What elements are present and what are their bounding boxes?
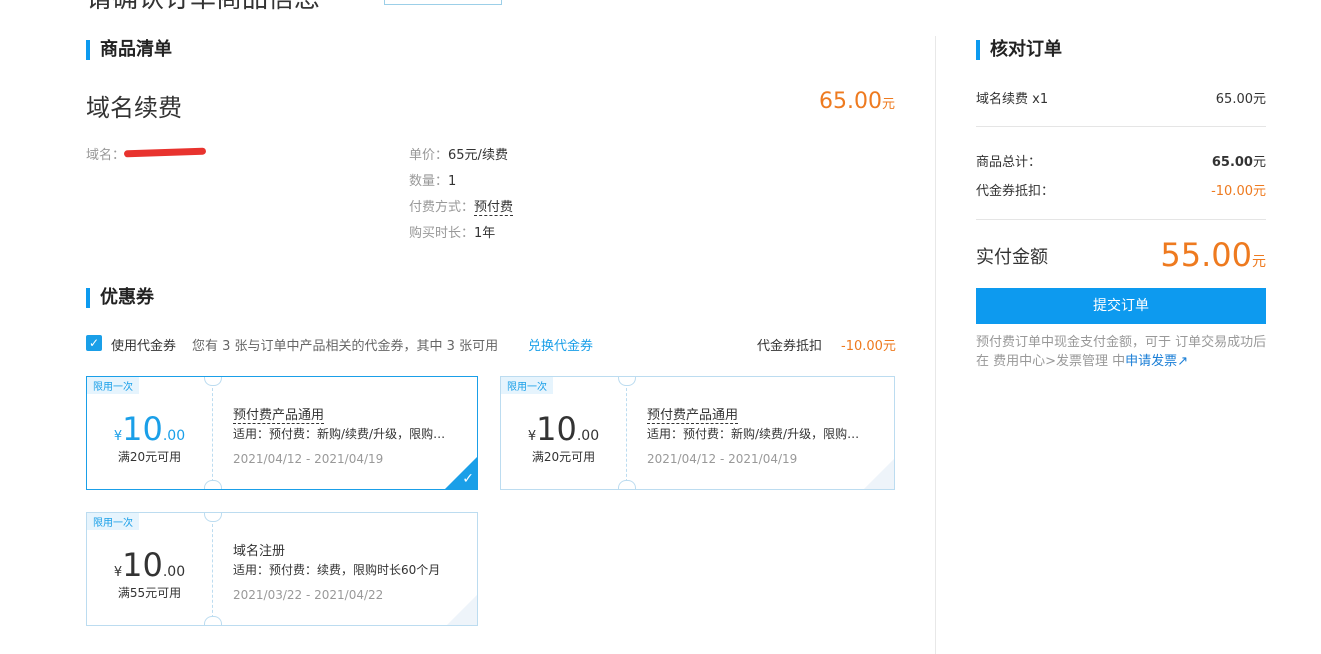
subtotal-value: 65.00	[1211, 155, 1253, 170]
coupon-card-3[interactable]: 限用一次 ¥10.00 满55元可用 域名注册 适用：预付费：续费，限购时长60…	[86, 512, 478, 626]
coupon-divider	[626, 383, 627, 487]
coupon-currency: ¥	[527, 429, 537, 444]
coupon-title[interactable]: 预付费产品通用	[233, 404, 325, 424]
apply-invoice-link[interactable]: 申请发票	[1125, 354, 1177, 369]
coupon-divider	[212, 519, 213, 623]
subtotal-label: 商品总计：	[976, 155, 1042, 170]
column-divider	[935, 36, 936, 654]
product-price: 65.00元	[780, 89, 895, 114]
summary-item-label: 域名续费 x1	[976, 92, 1049, 107]
duration-row: 购买时长：1年	[409, 222, 495, 241]
quantity-label: 数量：	[409, 174, 449, 189]
coupon-tag: 限用一次	[87, 513, 139, 530]
coupon-notch-top	[204, 513, 222, 522]
coupon-date: 2021/03/22 - 2021/04/22	[233, 588, 384, 602]
coupon-section-title: 优惠券	[86, 288, 154, 308]
coupon-deduct-label: 代金券抵扣	[757, 339, 823, 354]
page-title: 请确认订单商品信息	[86, 0, 320, 15]
domain-redacted	[123, 147, 207, 158]
use-coupon-checkbox[interactable]: ✓	[86, 335, 102, 351]
pay-amount-label: 实付金额	[976, 247, 1048, 268]
coupon-desc: 适用：预付费：新购/续费/升级，限购时长60个月	[647, 427, 867, 441]
coupon-deduct-summary-label: 代金券抵扣：	[976, 184, 1055, 199]
coupon-info-text: 您有 3 张与订单中产品相关的代金券，其中 3 张可用	[192, 339, 499, 354]
coupon-notch-bottom	[204, 616, 222, 625]
coupon-amount-int: 10	[536, 410, 577, 448]
payment-row: 付费方式：预付费	[409, 196, 514, 216]
coupon-amount: ¥10.00	[501, 410, 626, 448]
subtotal-unit: 元	[1252, 155, 1266, 170]
submit-order-button[interactable]: 提交订单	[976, 288, 1266, 324]
pay-amount-unit: 元	[1252, 254, 1266, 270]
unit-price-label: 单价：	[409, 148, 449, 163]
product-name: 域名续费	[86, 94, 182, 122]
subtotal-row: 65.00元	[1126, 151, 1266, 170]
coupon-notch-bottom	[204, 480, 222, 489]
coupon-amount-dec: .00	[162, 564, 186, 580]
payment-label: 付费方式：	[409, 200, 475, 215]
coupon-amount-dec: .00	[162, 428, 186, 444]
coupon-title[interactable]: 预付费产品通用	[647, 404, 739, 424]
exchange-coupon-link[interactable]: 兑换代金券	[528, 335, 593, 354]
unselected-corner	[447, 595, 477, 625]
quantity-row: 数量：1	[409, 170, 456, 189]
coupon-desc: 适用：预付费：续费，限购时长60个月	[233, 563, 441, 577]
use-coupon-label[interactable]: 使用代金券	[111, 335, 176, 354]
coupon-amount: ¥10.00	[87, 546, 212, 584]
coupon-card-2[interactable]: 限用一次 ¥10.00 满20元可用 预付费产品通用 适用：预付费：新购/续费/…	[500, 376, 895, 490]
title-badge	[384, 0, 502, 5]
coupon-deduct-summary-value: -10.00元	[1211, 184, 1266, 199]
coupon-title: 域名注册	[233, 544, 286, 559]
pay-amount-value: 55.00	[1160, 236, 1252, 274]
duration-label: 购买时长：	[409, 226, 475, 241]
coupon-currency: ¥	[113, 429, 123, 444]
coupon-divider	[212, 383, 213, 487]
coupon-notch-top	[618, 377, 636, 386]
summary-divider	[976, 126, 1266, 127]
order-summary-title: 核对订单	[976, 40, 1062, 60]
coupon-amount: ¥10.00	[87, 410, 212, 448]
external-link-icon[interactable]: ↗	[1177, 354, 1188, 369]
coupon-date: 2021/04/12 - 2021/04/19	[233, 452, 384, 466]
coupon-condition: 满55元可用	[117, 586, 182, 600]
coupon-amount-int: 10	[122, 410, 163, 448]
quantity-value: 1	[448, 174, 457, 189]
check-icon: ✓	[462, 471, 474, 487]
coupon-card-1[interactable]: 限用一次 ¥10.00 满20元可用 预付费产品通用 适用：预付费：新购/续费/…	[86, 376, 478, 490]
unit-price-row: 单价：65元/续费	[409, 144, 508, 163]
coupon-condition: 满20元可用	[531, 450, 596, 464]
domain-label: 域名：	[86, 148, 126, 163]
unselected-corner	[864, 459, 894, 489]
unit-price-value: 65元/续费	[448, 148, 508, 163]
payment-value[interactable]: 预付费	[474, 200, 514, 216]
coupon-notch-top	[204, 377, 222, 386]
coupon-date: 2021/04/12 - 2021/04/19	[647, 452, 798, 466]
summary-divider	[976, 219, 1266, 220]
coupon-tag: 限用一次	[87, 377, 139, 394]
coupon-deduct-value: -10.00元	[841, 339, 896, 354]
coupon-tag: 限用一次	[501, 377, 553, 394]
coupon-condition: 满20元可用	[117, 450, 182, 464]
invoice-note-text: 预付费订单中现金支付金额，可于 订单交易成功后 在 费用中心>发票管理 中	[976, 335, 1267, 369]
pay-amount: 55.00元	[1126, 236, 1266, 274]
invoice-note: 预付费订单中现金支付金额，可于 订单交易成功后 在 费用中心>发票管理 中申请发…	[976, 333, 1271, 371]
coupon-desc: 适用：预付费：新购/续费/升级，限购时长60个月	[233, 427, 453, 441]
product-price-value: 65.00	[819, 89, 882, 114]
coupon-amount-dec: .00	[576, 428, 600, 444]
product-price-unit: 元	[881, 97, 895, 112]
product-section-title: 商品清单	[86, 40, 172, 60]
coupon-notch-bottom	[618, 480, 636, 489]
summary-item-value: 65.00元	[1215, 92, 1266, 107]
coupon-currency: ¥	[113, 565, 123, 580]
coupon-amount-int: 10	[122, 546, 163, 584]
duration-value: 1年	[474, 226, 496, 241]
